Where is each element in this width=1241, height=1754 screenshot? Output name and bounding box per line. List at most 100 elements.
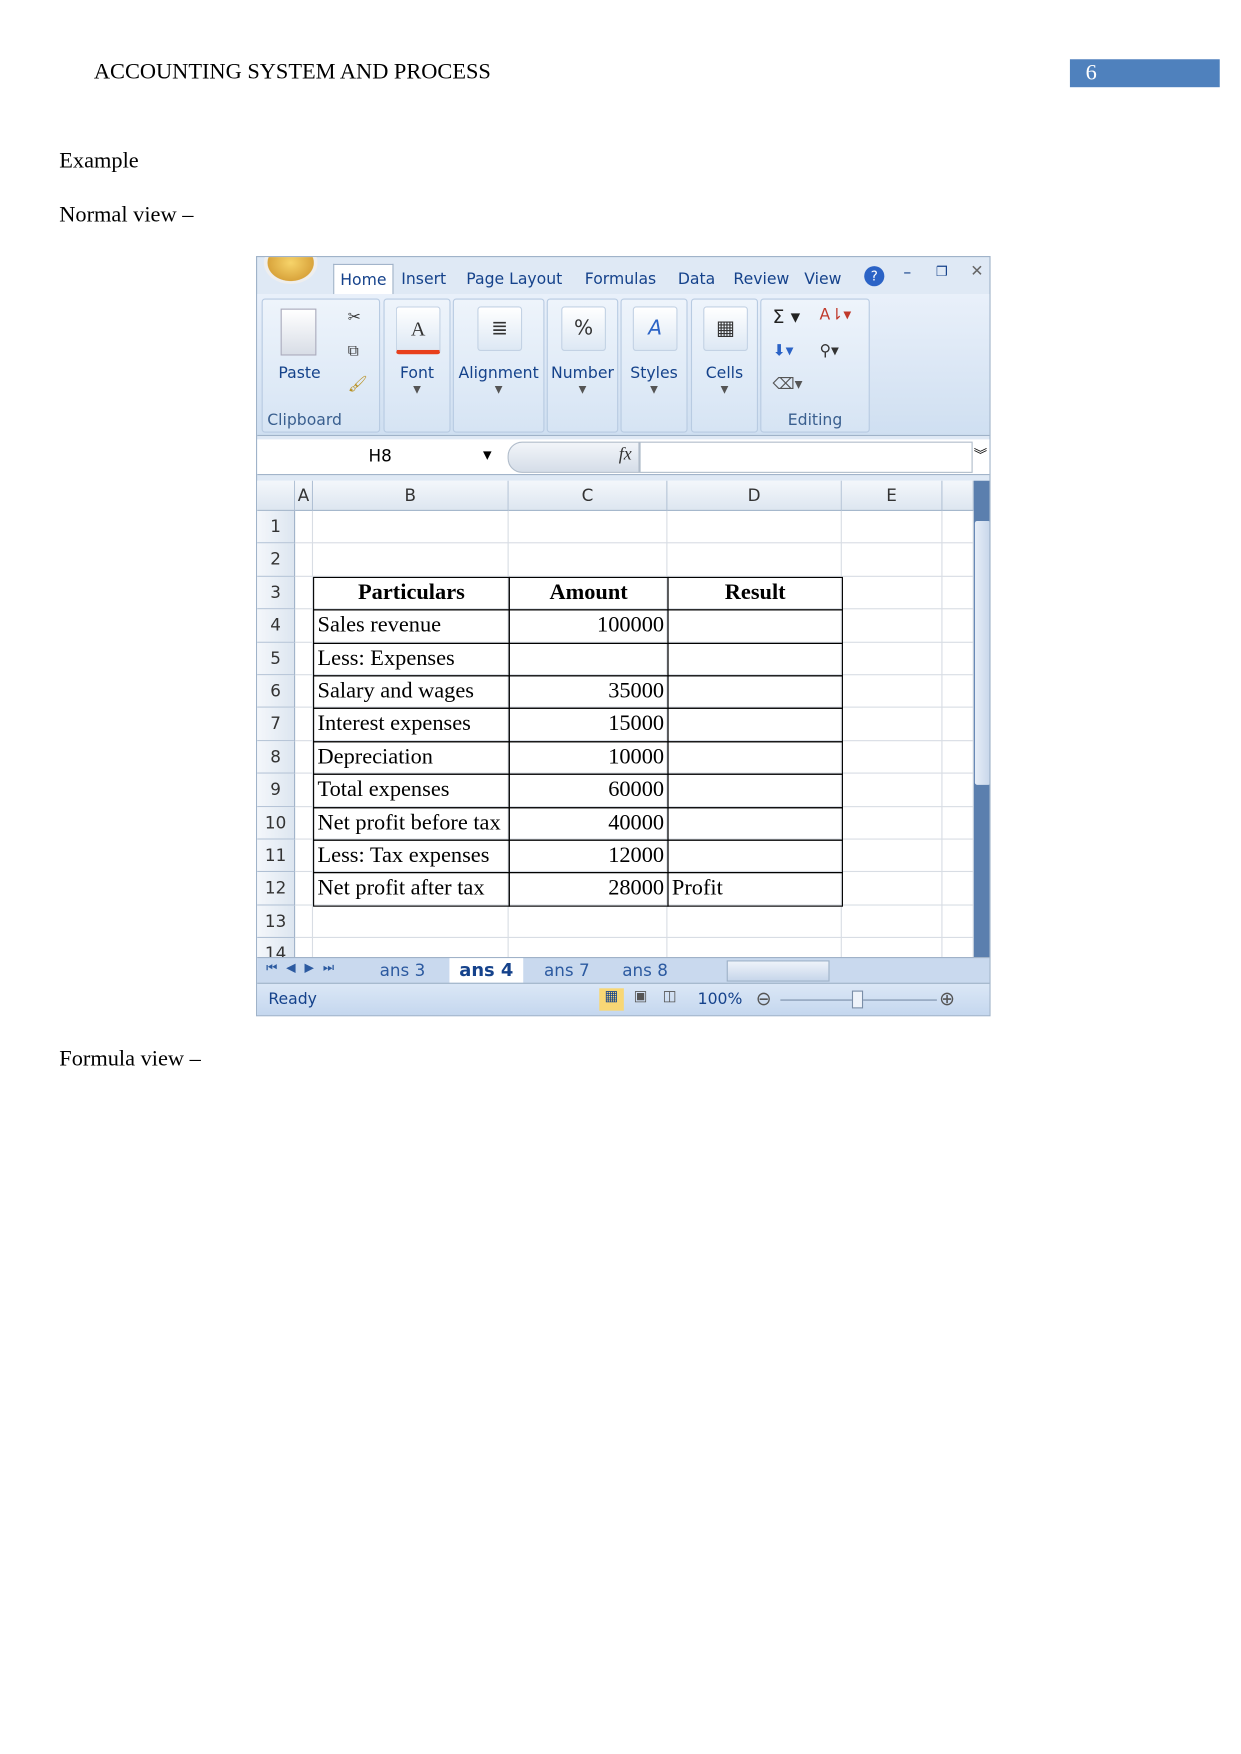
table-cell[interactable]: Net profit before tax: [313, 806, 510, 841]
tab-insert[interactable]: Insert: [394, 264, 454, 295]
cells-group[interactable]: ▦ Cells ▼: [690, 298, 759, 433]
alignment-label: Alignment: [458, 364, 539, 383]
table-cell[interactable]: 15000: [508, 708, 669, 743]
select-all-corner[interactable]: [257, 480, 296, 511]
autosum-icon[interactable]: Σ ▾: [773, 306, 801, 328]
column-header[interactable]: [942, 480, 974, 511]
table-cell[interactable]: [667, 609, 843, 644]
table-header-cell[interactable]: Amount: [508, 576, 669, 611]
page-layout-view-icon[interactable]: ▣: [628, 988, 653, 1010]
table-cell[interactable]: 60000: [508, 773, 669, 808]
table-header-cell[interactable]: Particulars: [313, 576, 510, 611]
row-header-3[interactable]: 3: [257, 576, 296, 610]
name-box-dropdown-icon[interactable]: ▼: [483, 442, 492, 471]
normal-view-icon[interactable]: ▦: [599, 988, 624, 1011]
vertical-scrollbar[interactable]: [973, 480, 990, 958]
table-header-cell[interactable]: Result: [667, 576, 843, 611]
tab-home[interactable]: Home: [333, 263, 394, 297]
tab-view[interactable]: View: [800, 264, 845, 295]
expand-formula-icon[interactable]: ︾: [974, 445, 987, 464]
table-cell[interactable]: [667, 773, 843, 808]
column-header-D[interactable]: D: [667, 480, 842, 511]
minimize-icon[interactable]: –: [903, 264, 911, 282]
styles-group[interactable]: A Styles ▼: [620, 298, 688, 433]
tab-formulas[interactable]: Formulas: [575, 264, 667, 295]
office-button[interactable]: [263, 257, 318, 284]
help-icon[interactable]: ?: [864, 266, 885, 287]
copy-icon[interactable]: ⧉: [348, 342, 359, 360]
row-header-8[interactable]: 8: [257, 741, 296, 774]
table-cell[interactable]: Interest expenses: [313, 708, 510, 743]
table-cell[interactable]: 100000: [508, 609, 669, 644]
table-cell[interactable]: 10000: [508, 741, 669, 775]
page-break-view-icon[interactable]: ◫: [657, 988, 682, 1010]
find-icon[interactable]: ⚲▾: [819, 342, 838, 360]
scroll-thumb[interactable]: [974, 520, 990, 785]
table-cell[interactable]: Total expenses: [313, 773, 510, 808]
sheet-tab-ans-3[interactable]: ans 3: [369, 958, 436, 983]
row-header-2[interactable]: 2: [257, 543, 296, 577]
row-header-12[interactable]: 12: [257, 872, 296, 906]
column-header-A[interactable]: A: [295, 480, 314, 511]
restore-icon[interactable]: ❐: [936, 264, 948, 280]
tab-page-layout[interactable]: Page Layout: [458, 264, 570, 295]
name-box[interactable]: H8: [257, 442, 503, 471]
zoom-out-icon[interactable]: ⊖: [756, 988, 772, 1010]
table-cell[interactable]: Depreciation: [313, 741, 510, 775]
table-cell[interactable]: 40000: [508, 806, 669, 841]
close-icon[interactable]: ✕: [970, 263, 983, 281]
zoom-level[interactable]: 100%: [698, 991, 743, 1009]
worksheet-grid[interactable]: A B C D E 1 2 3 4 5 6 7 8 9 10 11 12 13 14 Particulars Amoun…: [257, 480, 974, 972]
column-header-E[interactable]: E: [841, 480, 943, 511]
font-group[interactable]: A Font ▼: [383, 298, 451, 433]
column-header-B[interactable]: B: [313, 480, 509, 511]
table-cell[interactable]: [667, 675, 843, 710]
row-header-4[interactable]: 4: [257, 609, 296, 643]
table-cell[interactable]: [667, 642, 843, 677]
fx-icon[interactable]: fx: [619, 445, 632, 465]
number-group[interactable]: % Number ▼: [546, 298, 619, 433]
row-header-7[interactable]: 7: [257, 708, 296, 741]
table-cell[interactable]: Sales revenue: [313, 609, 510, 644]
row-header-9[interactable]: 9: [257, 773, 296, 807]
fill-icon[interactable]: ⬇▾: [773, 342, 794, 360]
paste-button[interactable]: Paste: [278, 364, 320, 382]
table-cell[interactable]: Salary and wages: [313, 675, 510, 710]
row-header-11[interactable]: 11: [257, 839, 296, 873]
zoom-slider-thumb[interactable]: [851, 990, 864, 1009]
table-cell[interactable]: Less: Expenses: [313, 642, 510, 677]
table-cell[interactable]: [667, 806, 843, 841]
zoom-in-icon[interactable]: ⊕: [939, 988, 955, 1010]
alignment-group[interactable]: ≣ Alignment ▼: [452, 298, 545, 433]
table-cell[interactable]: 28000: [508, 872, 669, 907]
table-cell[interactable]: 35000: [508, 675, 669, 710]
table-cell[interactable]: [667, 741, 843, 775]
formula-input[interactable]: [639, 441, 973, 473]
horizontal-scrollbar[interactable]: [726, 960, 830, 982]
row-header-5[interactable]: 5: [257, 642, 296, 676]
sheet-tab-ans-7[interactable]: ans 7: [532, 958, 601, 983]
paste-icon[interactable]: [280, 308, 317, 356]
table-cell[interactable]: [667, 708, 843, 743]
table-cell[interactable]: Less: Tax expenses: [313, 839, 510, 874]
row-header-10[interactable]: 10: [257, 806, 296, 840]
row-header-6[interactable]: 6: [257, 675, 296, 709]
table-cell[interactable]: 12000: [508, 839, 669, 874]
clear-icon[interactable]: ⌫▾: [773, 376, 803, 394]
table-cell[interactable]: Profit: [667, 872, 843, 907]
table-cell[interactable]: Net profit after tax: [313, 872, 510, 907]
row-header-13[interactable]: 13: [257, 905, 296, 939]
row-header-1[interactable]: 1: [257, 510, 296, 544]
sheet-tab-ans-8[interactable]: ans 8: [610, 958, 679, 983]
column-header-C[interactable]: C: [508, 480, 668, 511]
tab-review[interactable]: Review: [727, 264, 796, 295]
sheet-tab-ans-4[interactable]: ans 4: [449, 958, 524, 983]
format-painter-icon[interactable]: 🖌: [348, 376, 368, 394]
table-cell[interactable]: [508, 642, 669, 677]
formula-buttons: fx: [507, 441, 640, 473]
tab-data[interactable]: Data: [671, 264, 722, 295]
sort-filter-icon[interactable]: A⇂▾: [819, 306, 851, 324]
sheet-nav-icons[interactable]: ⏮◀▶⏭: [266, 960, 343, 976]
cut-icon[interactable]: ✂: [348, 309, 361, 327]
table-cell[interactable]: [667, 839, 843, 874]
